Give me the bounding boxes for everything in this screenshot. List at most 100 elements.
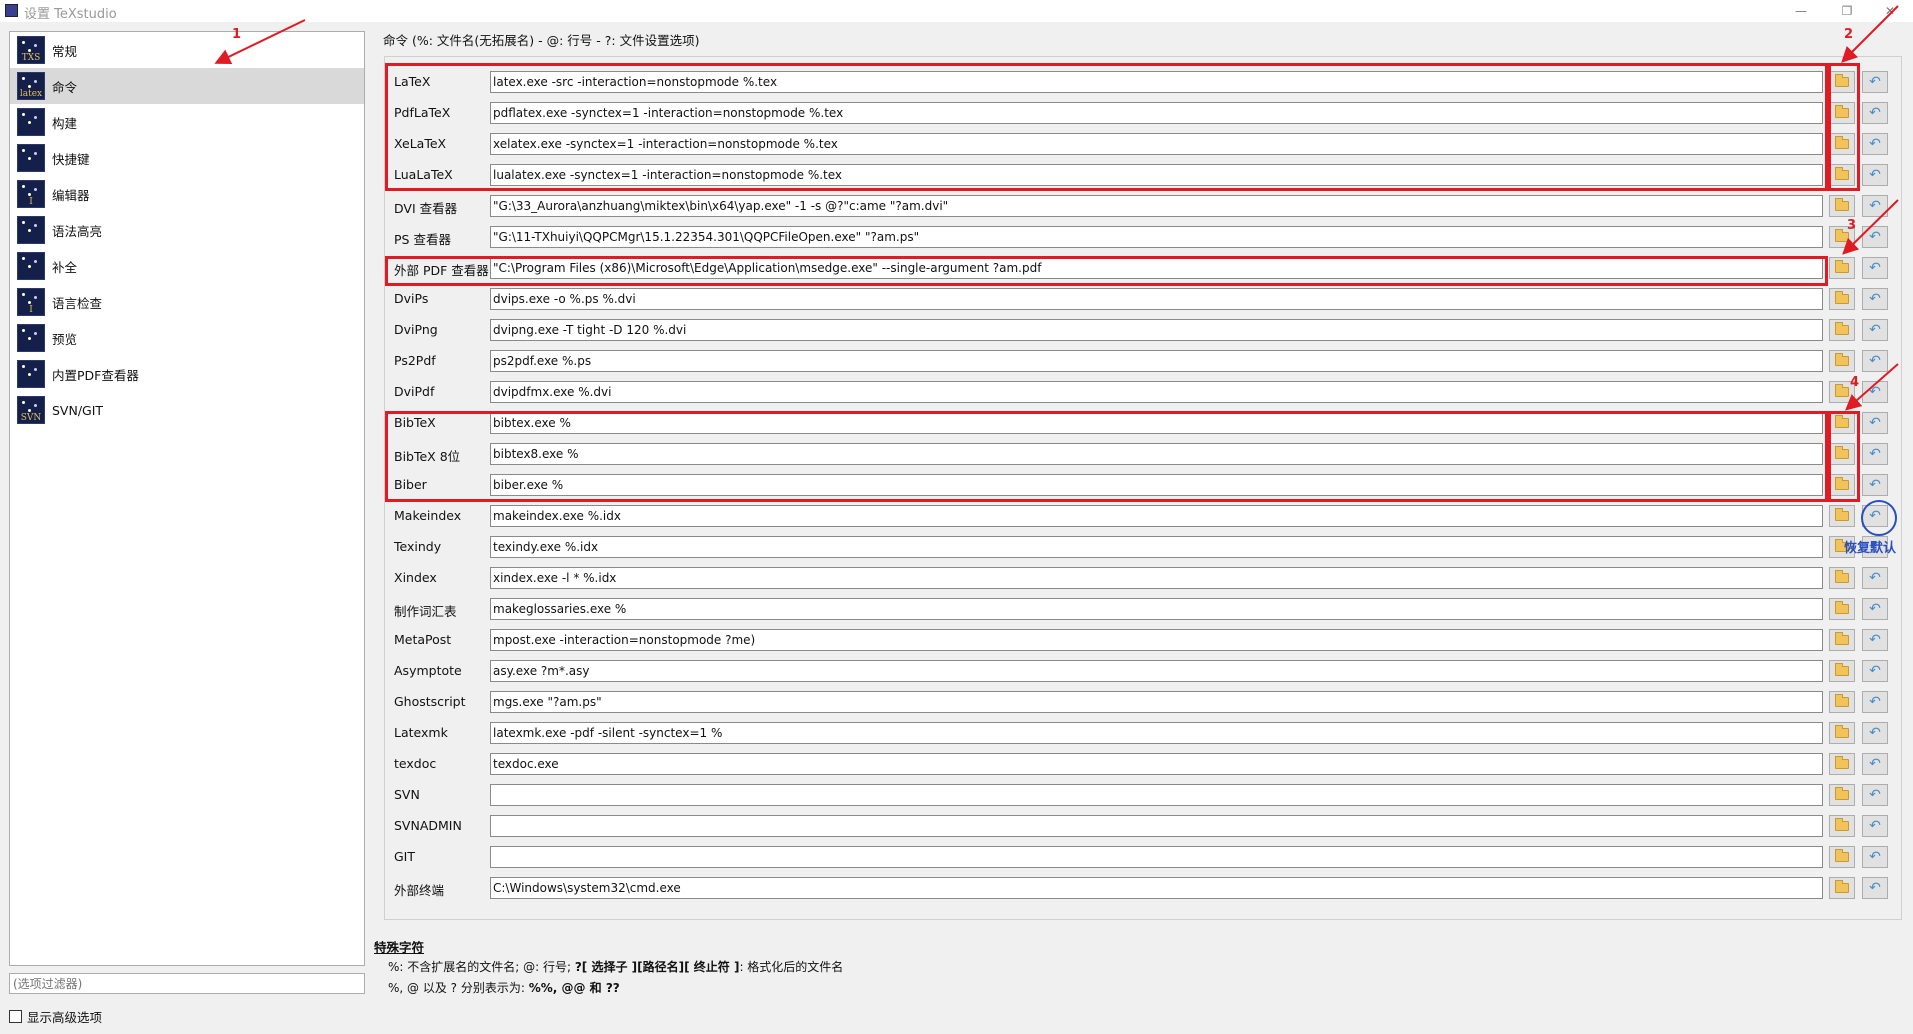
folder-icon bbox=[1835, 136, 1849, 149]
sidebar-item[interactable]: 语法高亮 bbox=[10, 212, 364, 248]
browse-folder-button[interactable] bbox=[1829, 164, 1855, 186]
browse-folder-button[interactable] bbox=[1829, 846, 1855, 868]
restore-default-button[interactable]: ↶ bbox=[1862, 226, 1888, 248]
command-input[interactable]: pdflatex.exe -synctex=1 -interaction=non… bbox=[490, 102, 1823, 124]
browse-folder-button[interactable] bbox=[1829, 350, 1855, 372]
command-input[interactable]: mgs.exe "?am.ps" bbox=[490, 691, 1823, 713]
restore-default-button[interactable]: ↶ bbox=[1862, 350, 1888, 372]
command-input[interactable]: texindy.exe %.idx bbox=[490, 536, 1823, 558]
restore-default-button[interactable]: ↶ bbox=[1862, 71, 1888, 93]
restore-default-button[interactable]: ↶ bbox=[1862, 443, 1888, 465]
restore-default-button[interactable]: ↶ bbox=[1862, 815, 1888, 837]
command-input[interactable]: bibtex.exe % bbox=[490, 412, 1823, 434]
command-input[interactable]: C:\Windows\system32\cmd.exe bbox=[490, 877, 1823, 899]
undo-icon: ↶ bbox=[1869, 384, 1881, 400]
browse-folder-button[interactable] bbox=[1829, 691, 1855, 713]
maximize-button[interactable]: ❐ bbox=[1824, 0, 1870, 22]
browse-folder-button[interactable] bbox=[1829, 133, 1855, 155]
command-input[interactable]: latex.exe -src -interaction=nonstopmode … bbox=[490, 71, 1823, 93]
browse-folder-button[interactable] bbox=[1829, 815, 1855, 837]
restore-default-button[interactable]: ↶ bbox=[1862, 133, 1888, 155]
sidebar-item[interactable]: I 编辑器 bbox=[10, 176, 364, 212]
browse-folder-button[interactable] bbox=[1829, 288, 1855, 310]
browse-folder-button[interactable] bbox=[1829, 784, 1855, 806]
command-input[interactable]: latexmk.exe -pdf -silent -synctex=1 % bbox=[490, 722, 1823, 744]
browse-folder-button[interactable] bbox=[1829, 877, 1855, 899]
restore-default-button[interactable]: ↶ bbox=[1862, 319, 1888, 341]
browse-folder-button[interactable] bbox=[1829, 195, 1855, 217]
command-input[interactable]: lualatex.exe -synctex=1 -interaction=non… bbox=[490, 164, 1823, 186]
minimize-button[interactable]: — bbox=[1778, 0, 1824, 22]
command-input[interactable]: asy.exe ?m*.asy bbox=[490, 660, 1823, 682]
sidebar-item[interactable]: 补全 bbox=[10, 248, 364, 284]
browse-folder-button[interactable] bbox=[1829, 753, 1855, 775]
special-characters-line-1: %: 不含扩展名的文件名; @: 行号; ?[ 选择子 ][路径名][ 终止符 … bbox=[388, 958, 843, 975]
command-input[interactable]: makeindex.exe %.idx bbox=[490, 505, 1823, 527]
command-input[interactable]: dvipdfmx.exe %.dvi bbox=[490, 381, 1823, 403]
command-input[interactable]: makeglossaries.exe % bbox=[490, 598, 1823, 620]
command-input[interactable]: xindex.exe -l * %.idx bbox=[490, 567, 1823, 589]
sidebar-item[interactable]: 快捷键 bbox=[10, 140, 364, 176]
restore-default-button[interactable]: ↶ bbox=[1862, 102, 1888, 124]
restore-default-button[interactable]: ↶ bbox=[1862, 846, 1888, 868]
command-input[interactable] bbox=[490, 784, 1823, 806]
command-input[interactable]: dvipng.exe -T tight -D 120 %.dvi bbox=[490, 319, 1823, 341]
command-input[interactable] bbox=[490, 815, 1823, 837]
option-filter-input[interactable] bbox=[9, 973, 365, 994]
browse-folder-button[interactable] bbox=[1829, 102, 1855, 124]
command-input[interactable]: ps2pdf.exe %.ps bbox=[490, 350, 1823, 372]
restore-default-button[interactable]: ↶ bbox=[1862, 598, 1888, 620]
browse-folder-button[interactable] bbox=[1829, 505, 1855, 527]
browse-folder-button[interactable] bbox=[1829, 629, 1855, 651]
restore-default-button[interactable]: ↶ bbox=[1862, 257, 1888, 279]
restore-default-button[interactable]: ↶ bbox=[1862, 753, 1888, 775]
sidebar-item[interactable]: TXS 常规 bbox=[10, 32, 364, 68]
restore-default-button[interactable]: ↶ bbox=[1862, 164, 1888, 186]
restore-default-button[interactable]: ↶ bbox=[1862, 474, 1888, 496]
sidebar-item[interactable]: SVN SVN/GIT bbox=[10, 392, 364, 428]
close-button[interactable]: ✕ bbox=[1867, 0, 1913, 22]
restore-default-button[interactable]: ↶ bbox=[1862, 412, 1888, 434]
browse-folder-button[interactable] bbox=[1829, 660, 1855, 682]
command-input[interactable]: texdoc.exe bbox=[490, 753, 1823, 775]
command-input[interactable]: dvips.exe -o %.ps %.dvi bbox=[490, 288, 1823, 310]
browse-folder-button[interactable] bbox=[1829, 71, 1855, 93]
browse-folder-button[interactable] bbox=[1829, 598, 1855, 620]
browse-folder-button[interactable] bbox=[1829, 257, 1855, 279]
settings-category-list[interactable]: TXS 常规 latex 命令 构建 快捷键 I 编辑器 语法高亮 补全 I 语言检查 预览 内置PDF查… bbox=[9, 31, 365, 966]
command-input[interactable]: mpost.exe -interaction=nonstopmode ?me) bbox=[490, 629, 1823, 651]
restore-default-button[interactable]: ↶ bbox=[1862, 381, 1888, 403]
restore-default-button[interactable]: ↶ bbox=[1862, 567, 1888, 589]
restore-default-button[interactable]: ↶ bbox=[1862, 195, 1888, 217]
browse-folder-button[interactable] bbox=[1829, 474, 1855, 496]
command-input[interactable] bbox=[490, 846, 1823, 868]
command-input[interactable]: "G:\11-TXhuiyi\QQPCMgr\15.1.22354.301\QQ… bbox=[490, 226, 1823, 248]
browse-folder-button[interactable] bbox=[1829, 443, 1855, 465]
command-input[interactable]: "G:\33_Aurora\anzhuang\miktex\bin\x64\ya… bbox=[490, 195, 1823, 217]
restore-default-button[interactable]: ↶ bbox=[1862, 691, 1888, 713]
restore-default-button[interactable]: ↶ bbox=[1862, 877, 1888, 899]
browse-folder-button[interactable] bbox=[1829, 412, 1855, 434]
sidebar-item[interactable]: 预览 bbox=[10, 320, 364, 356]
command-input[interactable]: biber.exe % bbox=[490, 474, 1823, 496]
advanced-options-checkbox[interactable] bbox=[9, 1010, 22, 1023]
command-input[interactable]: bibtex8.exe % bbox=[490, 443, 1823, 465]
restore-default-button[interactable]: ↶ bbox=[1862, 288, 1888, 310]
show-advanced-options[interactable]: 显示高级选项 bbox=[9, 1007, 102, 1026]
restore-default-button[interactable]: ↶ bbox=[1862, 784, 1888, 806]
editor-icon: I bbox=[17, 180, 45, 208]
sidebar-item[interactable]: latex 命令 bbox=[10, 68, 364, 104]
browse-folder-button[interactable] bbox=[1829, 722, 1855, 744]
sidebar-item[interactable]: 构建 bbox=[10, 104, 364, 140]
browse-folder-button[interactable] bbox=[1829, 567, 1855, 589]
restore-default-button[interactable]: ↶ bbox=[1862, 722, 1888, 744]
restore-default-button[interactable]: ↶ bbox=[1862, 629, 1888, 651]
restore-default-button[interactable]: ↶ bbox=[1862, 660, 1888, 682]
restore-default-button[interactable]: ↶ bbox=[1862, 505, 1888, 527]
undo-icon: ↶ bbox=[1869, 694, 1881, 710]
browse-folder-button[interactable] bbox=[1829, 319, 1855, 341]
sidebar-item[interactable]: 内置PDF查看器 bbox=[10, 356, 364, 392]
command-input[interactable]: "C:\Program Files (x86)\Microsoft\Edge\A… bbox=[490, 257, 1823, 279]
command-input[interactable]: xelatex.exe -synctex=1 -interaction=nons… bbox=[490, 133, 1823, 155]
sidebar-item[interactable]: I 语言检查 bbox=[10, 284, 364, 320]
